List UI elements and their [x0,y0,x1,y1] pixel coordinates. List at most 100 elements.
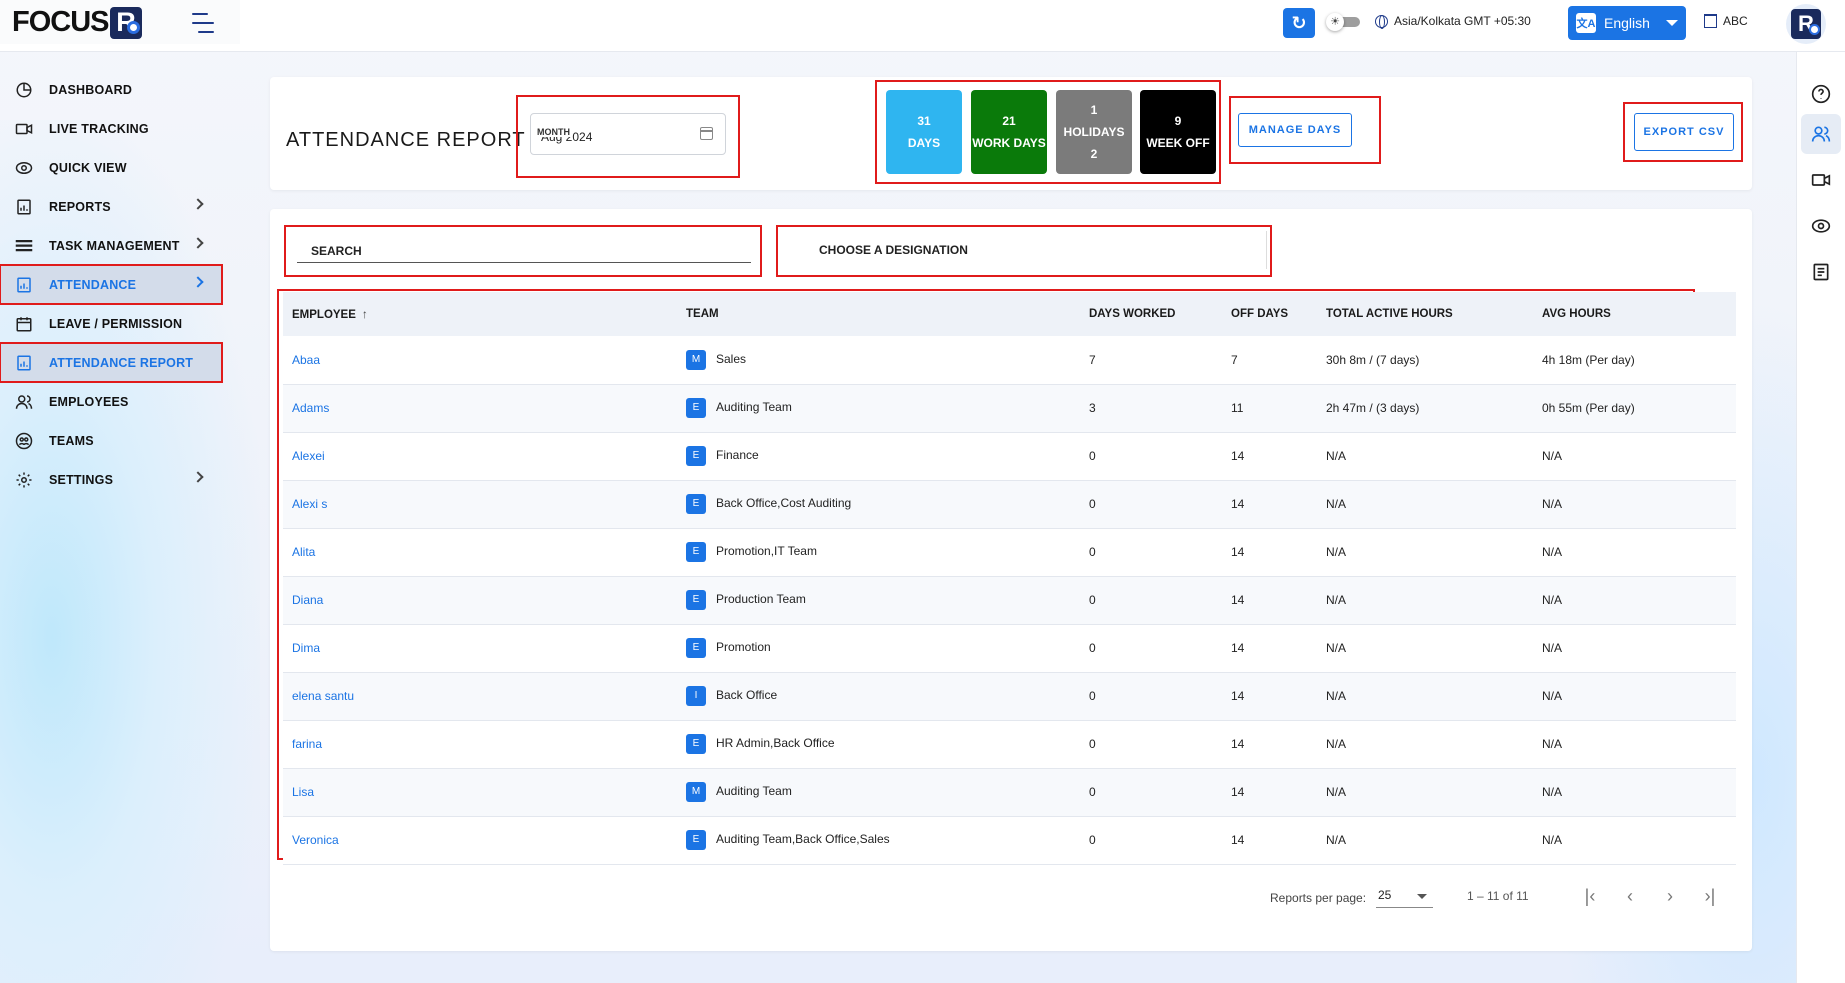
table-row[interactable]: Alexi s E Back Office,Cost Auditing 0 14 N/A N… [283,480,1736,528]
stat-value: 9 [1174,114,1182,128]
table-region: EMPLOYEE ↑ TEAM DAYS WORKED OFF DAYS TOTA… [277,289,1736,864]
header-label: EMPLOYEE [292,309,356,321]
theme-toggle[interactable]: ☀ [1326,13,1362,31]
sidebar-item-live-tracking[interactable]: LIVE TRACKING [0,109,222,148]
team-badge: M [686,349,706,370]
stat-value: 1 [1090,103,1098,117]
days-worked-cell: 0 [1089,593,1096,607]
table-row[interactable]: Abaa M Sales 7 7 30h 8m / (7 days) 4h 18m (Per… [283,336,1736,384]
sidebar-item-employees[interactable]: EMPLOYEES [0,382,222,421]
total-active-hours-cell: N/A [1326,737,1347,751]
stat-value: 31 [917,114,931,128]
sidebar-item-settings[interactable]: SETTINGS [0,460,222,499]
first-page-button[interactable]: |‹ [1575,881,1605,911]
table-row[interactable]: Veronica E Auditing Team,Back Office,Sales… [283,816,1736,864]
off-days-cell: 14 [1231,449,1245,463]
table-row[interactable]: Alita E Promotion,IT Team 0 14 N/A N/A [283,528,1736,576]
column-header-employee[interactable]: EMPLOYEE ↑ [283,292,677,336]
sidebar-item-label: TEAMS [49,433,94,448]
menu-toggle-icon[interactable] [192,13,214,33]
chevron-down-icon [1417,894,1427,899]
sidebar-item-task-management[interactable]: TASK MANAGEMENT [0,226,222,265]
sort-up-icon[interactable]: ↑ [362,307,368,321]
calendar-icon[interactable] [700,127,713,140]
help-button[interactable] [1801,74,1841,114]
manage-days-region: MANAGE DAYS [1229,96,1381,164]
organization-selector[interactable]: ABC [1704,14,1748,28]
employee-name-link[interactable]: Dima [283,624,677,672]
table-row[interactable]: Diana E Production Team 0 14 N/A N/A [283,576,1736,624]
manage-days-button[interactable]: MANAGE DAYS [1238,113,1352,147]
refresh-button[interactable]: ↻ [1283,8,1315,38]
globe-icon [1375,14,1388,29]
team-name: Promotion,IT Team [716,544,817,559]
employee-name-link[interactable]: Adams [283,384,677,432]
next-page-button[interactable]: › [1655,881,1685,911]
total-active-hours-cell: 2h 47m / (3 days) [1326,401,1420,415]
column-header-off-days[interactable]: OFF DAYS [1222,292,1317,336]
team-badge: E [686,494,706,514]
employees-rail-button[interactable] [1801,114,1841,154]
sidebar-item-teams[interactable]: TEAMS [0,421,222,460]
days-worked-cell: 0 [1089,449,1096,463]
column-header-total-active-hours[interactable]: TOTAL ACTIVE HOURS [1317,292,1533,336]
employee-name-link[interactable]: elena santu [283,672,677,720]
language-selector[interactable]: 文A English [1568,6,1686,40]
team-cell: M Auditing Team [677,768,1080,816]
avatar[interactable]: R [1786,4,1826,44]
employee-name-link[interactable]: Alexei [283,432,677,480]
sidebar-item-quick-view[interactable]: QUICK VIEW [0,148,222,187]
sidebar-item-label: QUICK VIEW [49,160,127,175]
live-tracking-rail-button[interactable] [1801,160,1841,200]
team-badge: I [686,686,706,706]
export-csv-button[interactable]: EXPORT CSV [1634,113,1734,151]
employee-name-link[interactable]: Abaa [283,336,677,384]
team-name: Auditing Team,Back Office,Sales [716,832,890,847]
per-page-select[interactable]: 25 [1376,888,1433,908]
column-header-days-worked[interactable]: DAYS WORKED [1080,292,1222,336]
employee-name-link[interactable]: Diana [283,576,677,624]
designation-region: CHOOSE A DESIGNATION [776,225,1272,277]
stat-label: HOLIDAYS [1063,125,1125,139]
search-input[interactable] [297,239,751,263]
column-header-avg-hours[interactable]: AVG HOURS [1533,292,1736,336]
table-header-row: EMPLOYEE ↑ TEAM DAYS WORKED OFF DAYS TOTA… [283,292,1736,336]
designation-select[interactable]: CHOOSE A DESIGNATION [789,231,1267,269]
sidebar-item-reports[interactable]: REPORTS [0,187,222,226]
team-name: Promotion [716,640,771,655]
employee-name-link[interactable]: Veronica [283,816,677,864]
chevron-right-icon [192,237,204,249]
avg-hours-cell: N/A [1542,833,1563,847]
chevron-right-icon: › [1667,885,1673,906]
app-logo[interactable]: FOCUS R [12,6,142,39]
users-icon [1811,126,1831,142]
sidebar-item-dashboard[interactable]: DASHBOARD [0,70,222,109]
table-row[interactable]: Lisa M Auditing Team 0 14 N/A N/A [283,768,1736,816]
chevron-right-icon [192,471,204,483]
employee-name-link[interactable]: Lisa [283,768,677,816]
off-days-cell: 7 [1231,352,1238,367]
search-region [284,225,762,277]
employee-name-link[interactable]: Alexi s [283,480,677,528]
off-days-cell: 14 [1231,593,1245,607]
column-header-team[interactable]: TEAM [677,292,1080,336]
table-row[interactable]: Dima E Promotion 0 14 N/A N/A [283,624,1736,672]
sidebar-item-leave-permission[interactable]: LEAVE / PERMISSION [0,304,222,343]
timezone-selector[interactable]: Asia/Kolkata GMT +05:30 [1375,14,1531,29]
prev-page-button[interactable]: ‹ [1615,881,1645,911]
table-row[interactable]: Alexei E Finance 0 14 N/A N/A [283,432,1736,480]
team-cell: E HR Admin,Back Office [677,720,1080,768]
table-row[interactable]: farina E HR Admin,Back Office 0 14 N/A N/A [283,720,1736,768]
employee-name-link[interactable]: farina [283,720,677,768]
sidebar-item-attendance-report[interactable]: ATTENDANCE REPORT [0,342,223,383]
table-row[interactable]: elena santu I Back Office 0 14 N/A N/A [283,672,1736,720]
pagination: Reports per page: 25 1 – 11 of 11 |‹ ‹ ›… [270,864,1752,924]
brand-area: FOCUS R [0,0,240,44]
employee-name-link[interactable]: Alita [283,528,677,576]
team-name: Back Office [716,688,778,703]
quick-view-rail-button[interactable] [1801,206,1841,246]
last-page-button[interactable]: ›| [1695,881,1725,911]
sidebar-item-attendance[interactable]: ATTENDANCE [0,264,223,305]
notes-rail-button[interactable] [1801,252,1841,292]
table-row[interactable]: Adams E Auditing Team 3 11 2h 47m / (3 days) 0… [283,384,1736,432]
